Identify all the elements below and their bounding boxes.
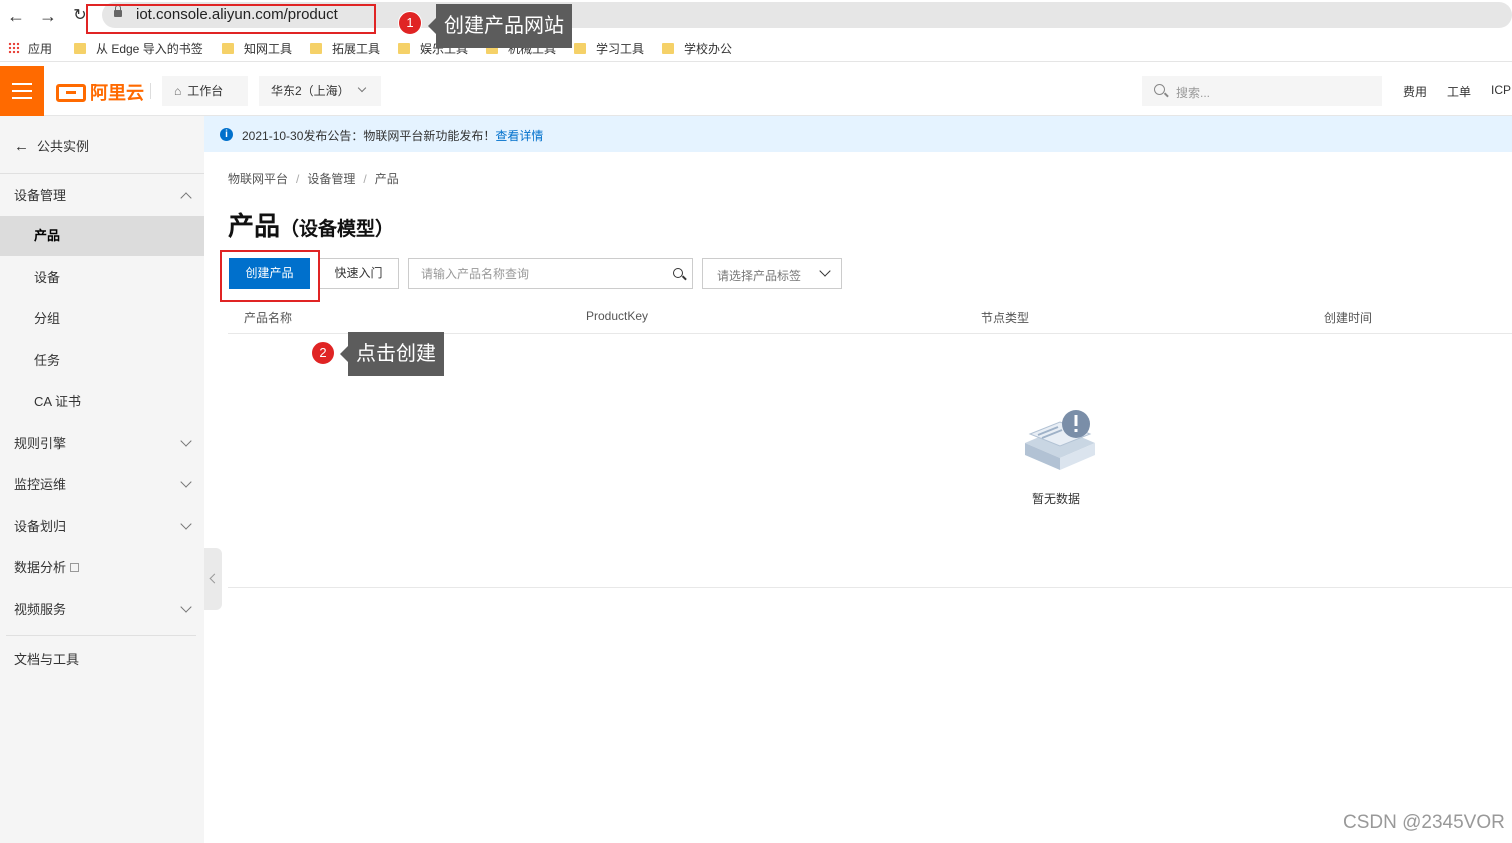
sidebar: ← 公共实例 设备管理 产品 设备 分组 任务 CA 证书 规则引擎 监控运维 设…: [0, 116, 204, 843]
page-subtitle: （设备模型）: [280, 219, 395, 240]
divider: [150, 83, 151, 99]
chevron-down-icon: [180, 518, 192, 530]
annotation-callout-1: 创建产品网站: [428, 4, 572, 48]
sidebar-item-rule-engine[interactable]: 规则引擎: [0, 424, 204, 464]
bookmark-edge-import[interactable]: 从 Edge 导入的书签: [74, 40, 203, 57]
product-search-field[interactable]: [408, 258, 693, 289]
home-icon: ⌂: [174, 84, 182, 98]
annotation-badge-1: 1: [398, 11, 422, 35]
bookmark-school-office[interactable]: 学校办公: [662, 40, 732, 57]
column-product-name: 产品名称: [244, 311, 293, 325]
bookmark-cnki-tools[interactable]: 知网工具: [222, 40, 292, 57]
annotation-callout-2: 点击创建: [340, 332, 444, 376]
folder-icon: [398, 43, 410, 54]
sidebar-item-docs-tools[interactable]: 文档与工具: [0, 640, 204, 680]
back-arrow-icon: ←: [14, 138, 29, 155]
sidebar-item-task[interactable]: 任务: [0, 341, 204, 381]
apps-grid-icon: [8, 42, 20, 54]
chevron-down-icon: [180, 601, 192, 613]
product-tag-select[interactable]: 请选择产品标签: [702, 258, 842, 289]
external-link-icon: [70, 563, 80, 572]
column-created-time: 创建时间: [1324, 311, 1373, 325]
folder-icon: [574, 43, 586, 54]
column-product-key: ProductKey: [586, 309, 649, 323]
announcement-detail-link[interactable]: 查看详情: [495, 129, 543, 143]
bookmarks-bar: 应用 从 Edge 导入的书签 知网工具 拓展工具 娱乐工具 机械工具 学习工具…: [0, 32, 1512, 62]
breadcrumb: 物联网平台 / 设备管理 / 产品: [228, 172, 399, 186]
breadcrumb-device-management[interactable]: 设备管理: [307, 172, 355, 186]
bookmark-apps[interactable]: 应用: [8, 40, 52, 57]
bookmark-extension-tools[interactable]: 拓展工具: [310, 40, 380, 57]
hamburger-icon: [12, 83, 32, 85]
table-header: 产品名称 ProductKey 节点类型 创建时间: [228, 299, 1512, 334]
global-search-input[interactable]: 搜索...: [1142, 76, 1382, 106]
sidebar-item-data-analysis[interactable]: 数据分析: [0, 548, 204, 588]
topbar-link-tickets[interactable]: 工单: [1447, 83, 1471, 100]
hamburger-menu-button[interactable]: [0, 66, 44, 116]
sidebar-collapse-handle[interactable]: [204, 548, 222, 610]
console-topbar: 阿里云 ⌂ 工作台 华东2（上海） 搜索... 费用 工单 ICP: [0, 66, 1512, 116]
page-title: 产品（设备模型）: [228, 211, 395, 241]
folder-icon: [74, 43, 86, 54]
search-icon: [1154, 84, 1165, 95]
divider: [0, 173, 204, 174]
folder-icon: [310, 43, 322, 54]
chevron-down-icon: [357, 83, 367, 93]
breadcrumb-product: 产品: [374, 172, 399, 186]
divider: [6, 635, 196, 636]
empty-box-icon: [1025, 410, 1095, 470]
region-selector[interactable]: 华东2（上海）: [259, 76, 381, 106]
highlight-create-button-box: [220, 250, 320, 302]
column-node-type: 节点类型: [981, 311, 1030, 325]
search-icon[interactable]: [673, 268, 683, 278]
back-to-public-instance[interactable]: ← 公共实例: [14, 136, 89, 155]
sidebar-group-device-management[interactable]: 设备管理: [0, 176, 204, 216]
annotation-badge-2: 2: [311, 341, 335, 365]
sidebar-item-product[interactable]: 产品: [0, 216, 204, 256]
chevron-up-icon: [180, 192, 192, 204]
bookmark-study-tools[interactable]: 学习工具: [574, 40, 644, 57]
chevron-down-icon: [180, 476, 192, 488]
topbar-link-icp[interactable]: ICP: [1491, 83, 1511, 97]
breadcrumb-iot-platform[interactable]: 物联网平台: [228, 172, 288, 186]
quickstart-button[interactable]: 快速入门: [318, 258, 399, 289]
chevron-down-icon: [819, 265, 831, 277]
watermark: CSDN @2345VOR: [1343, 812, 1505, 833]
aliyun-logo[interactable]: 阿里云: [56, 79, 144, 103]
folder-icon: [662, 43, 674, 54]
info-icon: i: [220, 128, 233, 141]
aliyun-logo-icon: [56, 84, 86, 102]
chevron-down-icon: [180, 435, 192, 447]
sidebar-item-device[interactable]: 设备: [0, 258, 204, 298]
announcement-bar: i 2021-10-30发布公告：物联网平台新功能发布！查看详情: [204, 116, 1512, 152]
topbar-link-billing[interactable]: 费用: [1403, 83, 1427, 100]
sidebar-item-device-transfer[interactable]: 设备划归: [0, 507, 204, 547]
back-arrow-icon[interactable]: ←: [5, 5, 27, 27]
sidebar-item-ca-cert[interactable]: CA 证书: [0, 382, 204, 422]
empty-state-text: 暂无数据: [1032, 492, 1081, 506]
workbench-button[interactable]: ⌂ 工作台: [162, 76, 248, 106]
sidebar-item-group[interactable]: 分组: [0, 299, 204, 339]
folder-icon: [222, 43, 234, 54]
sidebar-item-monitoring[interactable]: 监控运维: [0, 465, 204, 505]
divider: [228, 587, 1512, 588]
sidebar-item-video-service[interactable]: 视频服务: [0, 590, 204, 630]
highlight-url-box: [86, 4, 376, 34]
announcement-text: 2021-10-30发布公告：物联网平台新功能发布！: [242, 129, 496, 143]
product-search-input[interactable]: [421, 265, 661, 283]
forward-arrow-icon[interactable]: →: [37, 5, 59, 27]
